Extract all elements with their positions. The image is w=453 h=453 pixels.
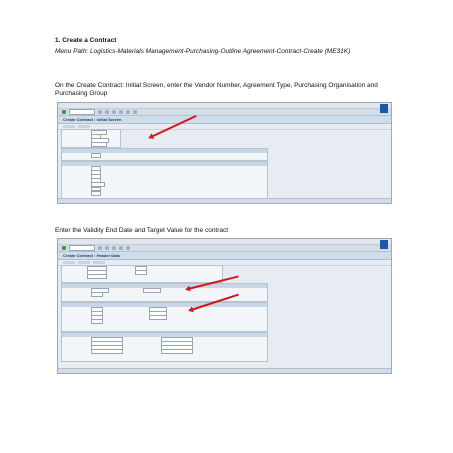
- incoterms-field: [149, 315, 167, 320]
- print-icon: [126, 246, 130, 250]
- agreement-date-field: [135, 269, 147, 275]
- default-data-frame: [61, 161, 268, 201]
- print-icon: [126, 110, 130, 114]
- screen1-title: Create Contract : Initial Screen: [58, 116, 391, 124]
- sap-toolbar: [58, 109, 391, 116]
- administrative-fields-frame: [61, 283, 268, 302]
- menu-path-text: Menu Path: Logistics-Materials Managemen…: [55, 48, 351, 55]
- cancel-icon: [119, 110, 123, 114]
- enter-icon: [62, 110, 66, 114]
- screen2-title: Create Contract : Header Data: [58, 252, 391, 260]
- payment-in-3-field: [91, 319, 103, 325]
- page-title: 1. Create a Contract: [55, 37, 117, 44]
- exit-icon: [112, 246, 116, 250]
- status-bar: [58, 198, 391, 203]
- command-field-icon: [69, 109, 95, 115]
- cancel-icon: [119, 246, 123, 250]
- save-icon: [98, 246, 102, 250]
- sap-initial-screen-screenshot: Create Contract : Initial Screen: [57, 102, 392, 204]
- instruction-text-1: On the Create Contract: Initial Screen, …: [55, 82, 378, 97]
- instruction-text-2: Enter the Validity End Date and Target V…: [55, 227, 229, 234]
- organizational-data-frame: [61, 148, 268, 161]
- sap-toolbar: [58, 245, 391, 252]
- enter-icon: [62, 246, 66, 250]
- terms-of-delivery-frame: [61, 302, 268, 332]
- supplying-vendor-field: [91, 349, 123, 355]
- vendor-agreement-block: [61, 129, 121, 148]
- vendor-subrange-field: [91, 190, 101, 196]
- purch-org-field: [91, 152, 101, 158]
- sap-header-data-screenshot: Create Contract : Header Data: [57, 238, 392, 374]
- exit-icon: [112, 110, 116, 114]
- sap-logo: [380, 240, 388, 249]
- save-icon: [98, 110, 102, 114]
- agreement-field: [91, 142, 107, 148]
- command-field-icon: [69, 245, 95, 251]
- status-bar: [58, 368, 391, 373]
- sap-logo: [380, 104, 388, 113]
- reference-data-frame: [61, 332, 268, 362]
- back-icon: [105, 246, 109, 250]
- item-interval-field: [91, 291, 103, 297]
- invoicing-party-field: [161, 349, 193, 355]
- header-top-block: [61, 265, 223, 283]
- find-icon: [133, 110, 137, 114]
- validity-end-field: [143, 287, 161, 293]
- back-icon: [105, 110, 109, 114]
- purch-org-field: [87, 274, 107, 279]
